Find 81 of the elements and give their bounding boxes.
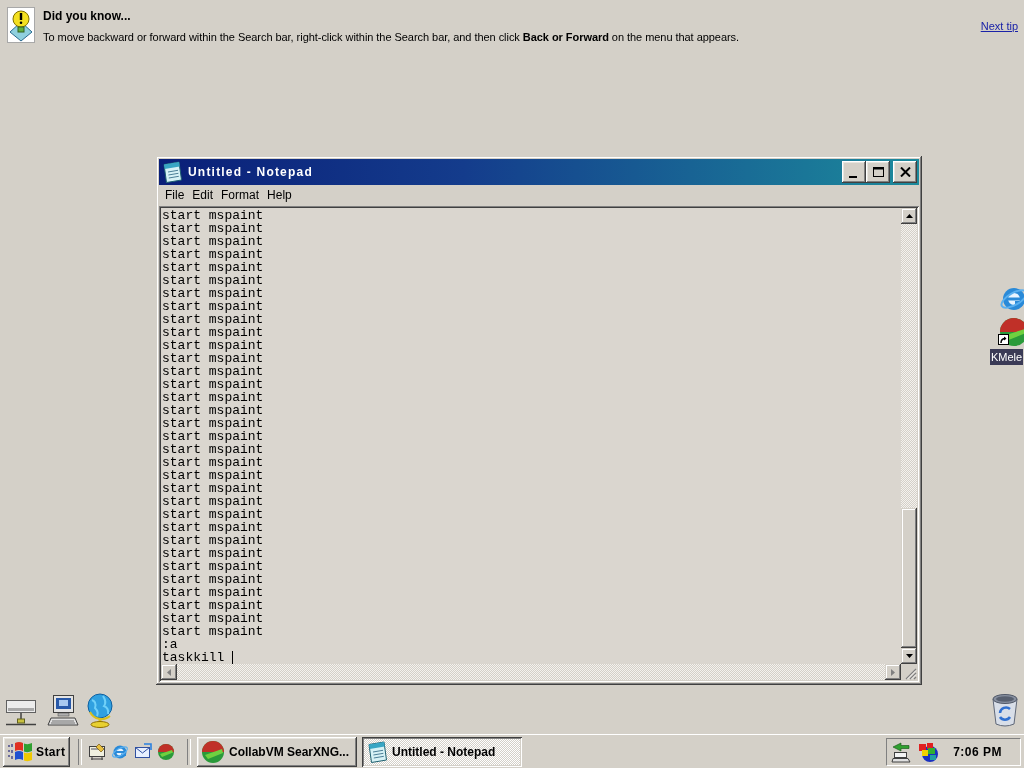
text-line: start mspaint (162, 560, 264, 573)
icon-label[interactable]: KMele (990, 349, 1024, 365)
tip-text: To move backward or forward within the Search bar, right-click within the Search bar, and then click Back or Forward on the menu that appears. (43, 30, 740, 44)
text-line: start mspaint (162, 612, 264, 625)
colorful-blocks-icon[interactable] (916, 741, 940, 763)
round-app-icon (201, 740, 225, 764)
text-line: start mspaint (162, 404, 264, 417)
close-button[interactable] (893, 161, 917, 183)
notepad-icon (161, 161, 183, 183)
text-line: start mspaint (162, 599, 264, 612)
text-line: start mspaint (162, 508, 264, 521)
minimize-icon (849, 175, 857, 178)
start-button[interactable]: Start (3, 737, 70, 767)
computer-icon[interactable] (47, 694, 79, 727)
desktop-icon[interactable] (88, 743, 106, 761)
text-line: start mspaint (162, 469, 264, 482)
resize-grip-icon[interactable] (905, 668, 917, 680)
right-arrow-icon (891, 668, 895, 676)
up-arrow-icon (905, 214, 913, 218)
text-area[interactable] (161, 208, 901, 664)
flag-icon (7, 741, 33, 763)
text-line: start mspaint (162, 313, 264, 326)
clock-text[interactable]: 7:06 PM (953, 745, 1002, 759)
text-line: start mspaint (162, 456, 264, 469)
taskbar-button[interactable]: Untitled - Notepad (362, 737, 522, 767)
network-status-icon[interactable] (891, 741, 913, 763)
menu-item[interactable]: File (161, 187, 189, 203)
text-line: start mspaint (162, 326, 264, 339)
text-line: :a (162, 638, 178, 651)
text-line: start mspaint (162, 235, 264, 248)
recycle-bin-icon[interactable] (990, 693, 1020, 728)
mail-icon[interactable] (134, 743, 152, 761)
text-line: start mspaint (162, 274, 264, 287)
text-line: start mspaint (162, 391, 264, 404)
scroll-right-button[interactable] (885, 664, 901, 680)
down-arrow-icon (905, 654, 913, 658)
text-line: start mspaint (162, 248, 264, 261)
text-line: start mspaint (162, 521, 264, 534)
minimize-button[interactable] (842, 161, 866, 183)
text-line: start mspaint (162, 222, 264, 235)
text-line: start mspaint (162, 300, 264, 313)
text-line: start mspaint (162, 625, 264, 638)
maximize-button[interactable] (866, 161, 890, 183)
text-line: start mspaint (162, 287, 264, 300)
text-line: start mspaint (162, 352, 264, 365)
left-arrow-icon (167, 668, 171, 676)
text-line: start mspaint (162, 495, 264, 508)
shortcut-arrow-icon (998, 334, 1009, 345)
text-line: start mspaint (162, 534, 264, 547)
menu-item[interactable]: Help (263, 187, 296, 203)
text-line: start mspaint (162, 261, 264, 274)
text-line: start mspaint (162, 573, 264, 586)
text-line: start mspaint (162, 209, 264, 222)
scrollbar-thumb[interactable] (901, 508, 917, 648)
text-line: start mspaint (162, 547, 264, 560)
text-cursor (232, 651, 234, 664)
menu-item[interactable]: Format (217, 187, 264, 203)
scroll-down-button[interactable] (901, 648, 917, 664)
text-line: start mspaint (162, 482, 264, 495)
tip-heading: Did you know... (43, 9, 131, 24)
window-title: Untitled - Notepad (188, 165, 314, 179)
scroll-left-button[interactable] (161, 664, 177, 680)
text-line: taskkill (162, 651, 225, 664)
globe-icon[interactable] (85, 692, 115, 728)
notepad-icon (366, 741, 388, 763)
lightbulb-icon (7, 7, 35, 43)
browser-icon[interactable] (111, 743, 129, 761)
text-line: start mspaint (162, 365, 264, 378)
network-device-icon[interactable] (5, 697, 37, 727)
maximize-icon (872, 167, 884, 177)
text-line: start mspaint (162, 443, 264, 456)
scroll-up-button[interactable] (901, 208, 917, 224)
text-line: start mspaint (162, 430, 264, 443)
text-line: start mspaint (162, 339, 264, 352)
taskbar-button[interactable]: CollabVM SearXNG... (197, 737, 357, 767)
text-line: start mspaint (162, 417, 264, 430)
text-line: start mspaint (162, 586, 264, 599)
next-tip-link[interactable]: Next tip (980, 19, 1018, 33)
close-icon (899, 167, 911, 177)
text-line: start mspaint (162, 378, 264, 391)
menu-item[interactable]: Edit (188, 187, 218, 203)
